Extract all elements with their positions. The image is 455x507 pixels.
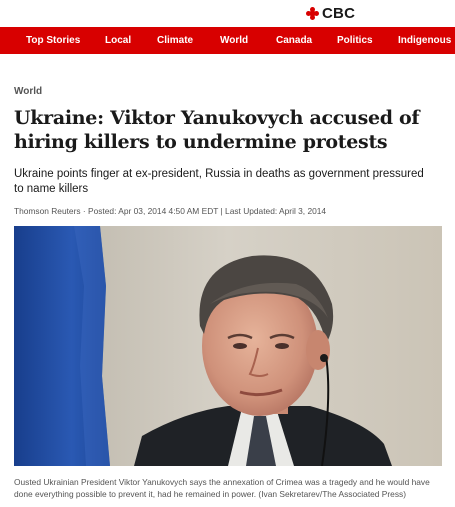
nav-item-politics[interactable]: Politics [337, 27, 373, 54]
nav-item-climate[interactable]: Climate [157, 27, 193, 54]
nav-item-canada[interactable]: Canada [276, 27, 312, 54]
nav-item-indigenous[interactable]: Indigenous [398, 27, 451, 54]
main-nav: Top Stories Local Climate World Canada P… [0, 27, 455, 54]
article-headline: Ukraine: Viktor Yanukovych accused of hi… [14, 107, 420, 153]
article-deck: Ukraine points finger at ex-president, R… [14, 168, 424, 195]
cbc-gem-icon [306, 6, 319, 20]
cbc-logo[interactable]: CBC [306, 4, 355, 22]
nav-item-local[interactable]: Local [105, 27, 131, 54]
section-label[interactable]: World [14, 86, 42, 97]
article-byline: Thomson Reuters · Posted: Apr 03, 2014 4… [14, 206, 327, 216]
cbc-logo-text: CBC [322, 4, 356, 22]
photo-illustration [14, 226, 442, 466]
article-photo [14, 226, 442, 466]
nav-item-top-stories[interactable]: Top Stories [26, 27, 80, 54]
nav-item-world[interactable]: World [220, 27, 248, 54]
photo-caption: Ousted Ukrainian President Viktor Yanuko… [14, 477, 430, 499]
top-header: CBC [0, 0, 455, 27]
